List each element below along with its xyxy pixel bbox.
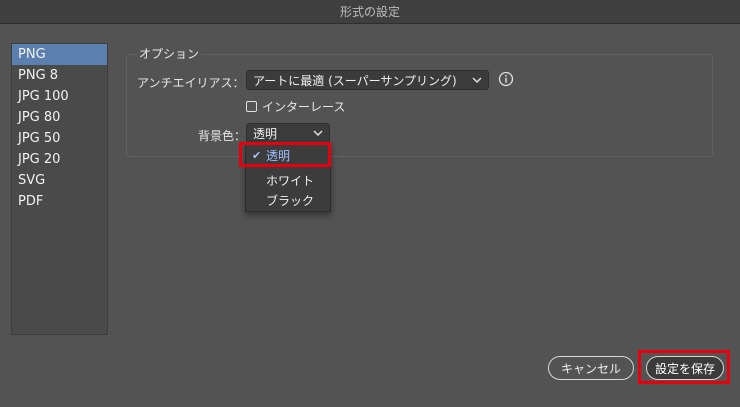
format-item-jpg50[interactable]: JPG 50 [12, 128, 107, 149]
dropdown-option-white[interactable]: ホワイト [246, 171, 330, 191]
info-icon[interactable] [498, 71, 514, 87]
chevron-down-icon [313, 130, 323, 137]
checkmark-icon: ✔ [252, 149, 262, 162]
antialias-value: アートに最適 (スーパーサンプリング) [253, 73, 457, 88]
format-item-jpg80[interactable]: JPG 80 [12, 107, 107, 128]
format-item-jpg20[interactable]: JPG 20 [12, 149, 107, 170]
antialias-select[interactable]: アートに最適 (スーパーサンプリング) [246, 70, 489, 90]
background-color-value: 透明 [253, 126, 278, 141]
antialias-label: アンチエイリアス： [137, 76, 245, 90]
format-item-png[interactable]: PNG [12, 44, 107, 65]
background-color-select[interactable]: 透明 [246, 123, 330, 143]
dropdown-option-black[interactable]: ブラック [246, 191, 330, 211]
options-group-title: オプション [137, 45, 202, 62]
save-settings-button[interactable]: 設定を保存 [646, 356, 724, 380]
cancel-button[interactable]: キャンセル [548, 356, 634, 380]
interlace-checkbox[interactable] [246, 100, 257, 112]
background-color-label: 背景色： [198, 129, 247, 143]
format-list: PNG PNG 8 JPG 100 JPG 80 JPG 50 JPG 20 S… [11, 43, 108, 335]
window-titlebar: 形式の設定 [0, 0, 740, 24]
chevron-down-icon [472, 77, 482, 84]
background-color-dropdown: ✔ 透明 ホワイト ブラック [245, 142, 331, 212]
interlace-checkbox-row[interactable]: インターレース [246, 97, 345, 115]
format-item-svg[interactable]: SVG [12, 170, 107, 191]
window-title: 形式の設定 [339, 5, 400, 19]
interlace-label: インターレース [262, 99, 346, 114]
format-item-pdf[interactable]: PDF [12, 191, 107, 212]
format-item-png8[interactable]: PNG 8 [12, 65, 107, 86]
format-item-jpg100[interactable]: JPG 100 [12, 86, 107, 107]
dropdown-option-transparent[interactable]: ✔ 透明 [246, 146, 330, 166]
